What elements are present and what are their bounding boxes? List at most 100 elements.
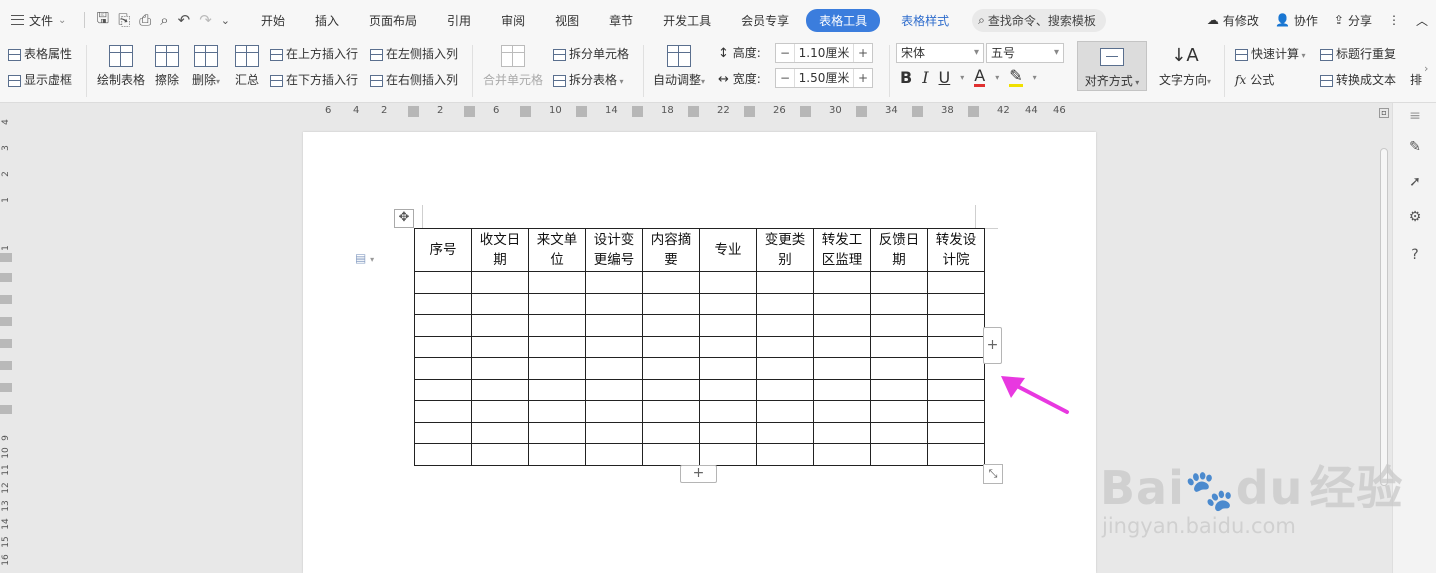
help-icon[interactable]: ? [1406, 247, 1424, 265]
table-cell[interactable] [414, 271, 472, 294]
tab-4[interactable]: 审阅 [486, 12, 540, 29]
table-cell[interactable] [813, 271, 871, 294]
italic-icon[interactable]: I [922, 68, 928, 87]
font-name-select[interactable]: 宋体 [896, 43, 984, 63]
table-cell[interactable] [870, 443, 928, 466]
tab-6[interactable]: 章节 [594, 12, 648, 29]
file-menu[interactable]: 文件 ⌄ [0, 0, 74, 40]
table-cell[interactable] [699, 357, 757, 380]
table-cell[interactable] [813, 357, 871, 380]
table-cell[interactable] [642, 400, 700, 423]
table-cell[interactable] [585, 357, 643, 380]
table-header-cell[interactable]: 设计变 更编号 [585, 228, 643, 272]
table-cell[interactable] [870, 357, 928, 380]
sort-button[interactable]: 排 [1410, 71, 1422, 88]
more-options-button[interactable]: ⋮ [1388, 13, 1400, 27]
highlight-icon[interactable]: ✎ [1009, 68, 1023, 87]
table-cell[interactable] [756, 335, 814, 358]
table-cell[interactable] [870, 400, 928, 423]
formula-button[interactable]: fx 公式 [1235, 71, 1274, 88]
table-cell[interactable] [756, 357, 814, 380]
table-header-cell[interactable]: 反馈日期 [870, 228, 928, 272]
vruler-row-marker[interactable] [0, 339, 12, 348]
table-cell[interactable] [585, 292, 643, 315]
draw-table-button[interactable]: 绘制表格 [96, 45, 146, 88]
table-header-cell[interactable]: 转发设 计院 [927, 228, 985, 272]
table-cell[interactable] [585, 335, 643, 358]
quick-calc-button[interactable]: 快速计算 ▾ [1235, 45, 1306, 62]
table-cell[interactable] [528, 314, 586, 337]
table-cell[interactable] [699, 378, 757, 401]
share-button[interactable]: ⇪ 分享 [1334, 12, 1372, 29]
panel-menu-icon[interactable]: ≡ [1406, 108, 1424, 126]
tab-1[interactable]: 插入 [300, 12, 354, 29]
tab-7[interactable]: 开发工具 [648, 12, 726, 29]
table-cell[interactable] [642, 335, 700, 358]
table-cell[interactable] [528, 271, 586, 294]
insert-col-left-button[interactable]: 在左侧插入列 [370, 45, 458, 62]
highlight-dropdown-icon[interactable]: ▾ [1033, 73, 1037, 82]
table-cell[interactable] [471, 314, 529, 337]
table-cell[interactable] [927, 400, 985, 423]
table-cell[interactable] [927, 314, 985, 337]
increase-width-button[interactable]: + [854, 71, 872, 85]
document-table[interactable]: 序号 收文日期来文单位设计变 更编号 内容摘要专业 变更类别转发工 区监理 反馈日期转发设计… [414, 228, 985, 466]
table-header-cell[interactable]: 收文日期 [471, 228, 529, 272]
table-cell[interactable] [699, 421, 757, 444]
ruler-column-marker[interactable] [464, 106, 475, 117]
add-column-button[interactable]: + [983, 327, 1002, 364]
ruler-column-marker[interactable] [408, 106, 419, 117]
font-color-dropdown-icon[interactable]: ▾ [995, 73, 999, 82]
text-direction-button[interactable]: ↓A 文字方向▾ [1155, 45, 1215, 88]
table-cell[interactable] [927, 378, 985, 401]
insert-col-right-button[interactable]: 在右侧插入列 [370, 71, 458, 88]
table-cell[interactable] [414, 421, 472, 444]
table-cell[interactable] [414, 335, 472, 358]
increase-height-button[interactable]: + [854, 46, 872, 60]
collaborate-button[interactable]: 👤 协作 [1275, 12, 1318, 29]
table-cell[interactable] [585, 400, 643, 423]
col-width-stepper[interactable]: − 1.50厘米 + [775, 68, 873, 88]
export-icon[interactable]: ⎘ [118, 11, 130, 29]
summary-button[interactable]: 汇总 [233, 45, 261, 88]
table-cell[interactable] [813, 443, 871, 466]
ribbon-scroll-right-icon[interactable]: › [1424, 62, 1428, 75]
table-cell[interactable] [756, 421, 814, 444]
erase-button[interactable]: 擦除 [153, 45, 181, 88]
table-cell[interactable] [471, 443, 529, 466]
table-cell[interactable] [870, 292, 928, 315]
vruler-row-marker[interactable] [0, 295, 12, 304]
split-cells-button[interactable]: 拆分单元格 [553, 45, 629, 62]
table-cell[interactable] [870, 314, 928, 337]
save-icon[interactable]: 🖫 [96, 8, 109, 33]
table-cell[interactable] [927, 421, 985, 444]
table-properties-button[interactable]: 表格属性 [8, 45, 72, 62]
table-cell[interactable] [528, 335, 586, 358]
table-cell[interactable] [528, 378, 586, 401]
vruler-row-marker[interactable] [0, 253, 12, 262]
repeat-header-button[interactable]: 标题行重复 [1320, 45, 1396, 62]
table-cell[interactable] [414, 378, 472, 401]
table-cell[interactable] [471, 357, 529, 380]
print-preview-icon[interactable]: ⌕ [160, 11, 168, 29]
ruler-column-marker[interactable] [632, 106, 643, 117]
add-row-button[interactable]: + [680, 465, 717, 483]
tab-2[interactable]: 页面布局 [354, 12, 432, 29]
horizontal-ruler[interactable]: 6 4 2 2 6 10 14 18 22 26 30 34 38 42 44 46 [0, 103, 1378, 120]
table-cell[interactable] [699, 335, 757, 358]
table-header-cell[interactable]: 专业 [699, 228, 757, 272]
font-color-icon[interactable]: A [974, 68, 986, 87]
unsaved-status[interactable]: ☁ 有修改 [1207, 12, 1259, 29]
split-table-button[interactable]: 拆分表格 ▾ [553, 71, 624, 88]
ruler-column-marker[interactable] [856, 106, 867, 117]
table-cell[interactable] [585, 443, 643, 466]
tab-10[interactable]: 表格样式 [886, 12, 964, 29]
delete-button[interactable]: 删除▾ [188, 45, 224, 88]
auto-fit-button[interactable]: 自动调整▾ [650, 45, 708, 88]
decrease-width-button[interactable]: − [776, 71, 794, 85]
merge-cells-button[interactable]: 合并单元格 [482, 45, 544, 88]
table-cell[interactable] [585, 378, 643, 401]
font-size-select[interactable]: 五号 [986, 43, 1064, 63]
table-cell[interactable] [471, 378, 529, 401]
page-view-icon[interactable]: ▫ [1379, 108, 1389, 118]
